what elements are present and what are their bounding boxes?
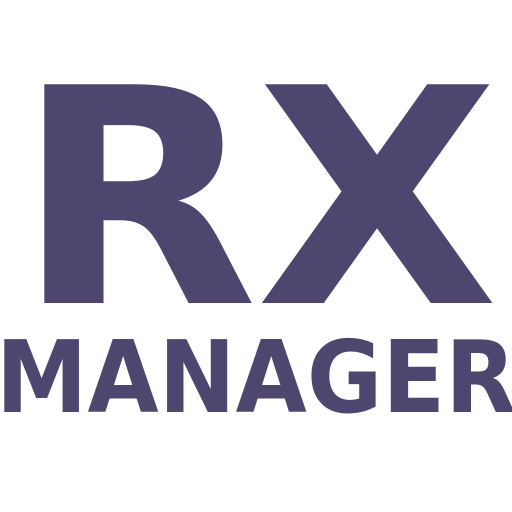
logo-rx-wordmark: RX — [15, 25, 498, 374]
logo-manager-wordmark: MANAGER — [0, 319, 512, 436]
app-logo: RX MANAGER — [0, 0, 512, 512]
